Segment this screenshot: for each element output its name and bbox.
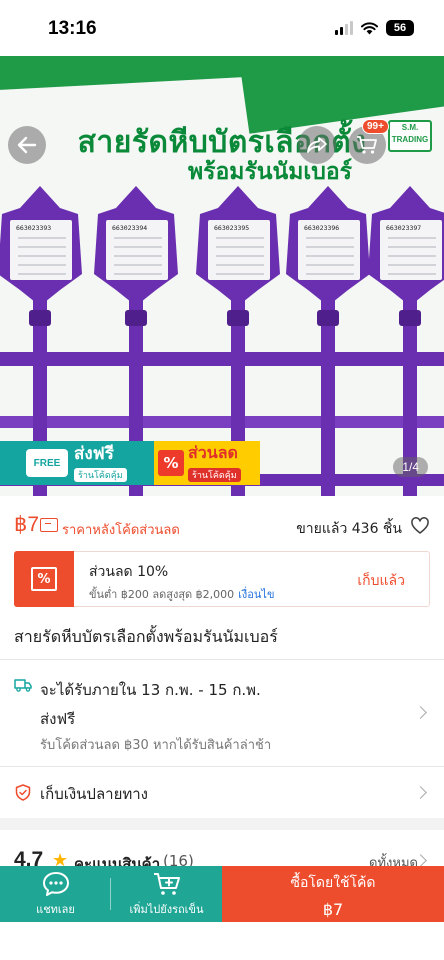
free-shipping-banner: FREE ส่งฟรี ร้านโค้ดคุ้ม bbox=[0, 441, 154, 485]
share-icon bbox=[307, 137, 327, 153]
status-icons: 56 bbox=[335, 20, 414, 36]
buy-with-voucher-button[interactable]: ซื้อโดยใช้โค้ด ฿7 bbox=[222, 866, 444, 922]
cart-badge: 99+ bbox=[362, 119, 389, 134]
voucher-icon: % bbox=[31, 567, 57, 591]
chevron-right-icon bbox=[414, 706, 427, 719]
product-image[interactable]: สายรัดหีบบัตรเลือกตั้ง พร้อมรันนัมเบอร์ … bbox=[0, 56, 444, 496]
price: ฿7 bbox=[14, 513, 40, 536]
brand-logo: S.M. TRADING bbox=[388, 120, 432, 152]
strap-tag: 663023396 bbox=[286, 186, 370, 496]
truck-icon: FREE bbox=[26, 449, 68, 477]
chat-button[interactable]: แชทเลย bbox=[0, 866, 111, 922]
divider bbox=[0, 766, 444, 767]
delivery-date: จะได้รับภายใน 13 ก.พ. - 15 ก.พ. bbox=[40, 681, 261, 699]
cod-label: เก็บเงินปลายทาง bbox=[40, 785, 148, 803]
free-shipping-sub: ร้านโค้ดคุ้ม bbox=[74, 467, 127, 482]
bottom-action-bar: แชทเลย เพิ่มไปยังรถเข็น ซื้อโดยใช้โค้ด ฿… bbox=[0, 866, 444, 922]
section-gap bbox=[0, 818, 444, 830]
percent-icon: % bbox=[158, 450, 184, 476]
buy-label: ซื้อโดยใช้โค้ด bbox=[290, 875, 376, 891]
tag-serial-number: 663023393 bbox=[16, 224, 51, 232]
add-cart-icon bbox=[153, 872, 180, 895]
signal-icon bbox=[335, 21, 353, 35]
cart-icon bbox=[357, 136, 377, 154]
chat-icon bbox=[42, 871, 69, 896]
tag-serial-number: 663023394 bbox=[112, 224, 147, 232]
discount-banner: % ส่วนลด ร้านโค้ดคุ้ม bbox=[154, 441, 260, 485]
status-bar: 13:16 56 bbox=[0, 0, 444, 56]
battery-icon: 56 bbox=[386, 20, 414, 36]
buy-price: ฿7 bbox=[322, 900, 344, 919]
chat-label: แชทเลย bbox=[36, 902, 75, 916]
image-counter: 1/4 bbox=[393, 457, 428, 477]
price-note: ราคาหลังโค้ดส่วนลด bbox=[62, 523, 180, 538]
product-title: สายรัดหีบบัตรเลือกตั้งพร้อมรันนัมเบอร์ bbox=[14, 627, 278, 646]
voucher-card[interactable]: % ส่วนลด 10% ขั้นต่ำ ฿200 ลดสูงสุด ฿2,00… bbox=[14, 551, 430, 607]
voucher-terms-link[interactable]: เงื่อนไข bbox=[238, 588, 274, 601]
chevron-right-icon bbox=[414, 786, 427, 799]
add-to-cart-button[interactable]: เพิ่มไปยังรถเข็น bbox=[111, 866, 222, 922]
status-time: 13:16 bbox=[48, 18, 97, 39]
rating-row[interactable]: 4.7 ★ คะแนนสินค้า (16) ดูทั้งหมด bbox=[0, 838, 444, 873]
tag-serial-number: 663023396 bbox=[304, 224, 339, 232]
wifi-icon bbox=[361, 21, 378, 34]
arrow-left-icon bbox=[17, 136, 37, 154]
shipping-free: ส่งฟรี bbox=[40, 710, 76, 728]
strap-tag: 663023397 bbox=[368, 186, 444, 496]
tag-serial-number: 663023395 bbox=[214, 224, 249, 232]
back-button[interactable] bbox=[8, 126, 46, 164]
voucher-condition: ขั้นต่ำ ฿200 ลดสูงสุด ฿2,000 เงื่อนไข bbox=[89, 588, 275, 601]
add-to-cart-label: เพิ่มไปยังรถเข็น bbox=[129, 902, 204, 916]
divider bbox=[0, 659, 444, 660]
voucher-price-icon bbox=[40, 518, 58, 532]
share-button[interactable] bbox=[298, 126, 336, 164]
free-shipping-label: ส่งฟรี bbox=[74, 443, 114, 463]
voucher-title: ส่วนลด 10% bbox=[89, 564, 169, 580]
tag-serial-number: 663023397 bbox=[386, 224, 421, 232]
discount-label: ส่วนลด bbox=[188, 444, 238, 462]
price-row: ฿7 ราคาหลังโค้ดส่วนลด ขายแล้ว 436 ชิ้น bbox=[0, 505, 444, 547]
heart-icon[interactable] bbox=[410, 516, 430, 536]
voucher-collected-button[interactable]: เก็บแล้ว bbox=[357, 570, 405, 592]
truck-icon bbox=[14, 679, 32, 692]
shield-icon bbox=[15, 784, 31, 801]
late-delivery-note: รับโค้ดส่วนลด ฿30 หากได้รับสินค้าล่าช้า bbox=[40, 738, 272, 753]
sold-count: ขายแล้ว 436 ชิ้น bbox=[296, 521, 402, 537]
discount-sub: ร้านโค้ดคุ้ม bbox=[188, 467, 241, 482]
